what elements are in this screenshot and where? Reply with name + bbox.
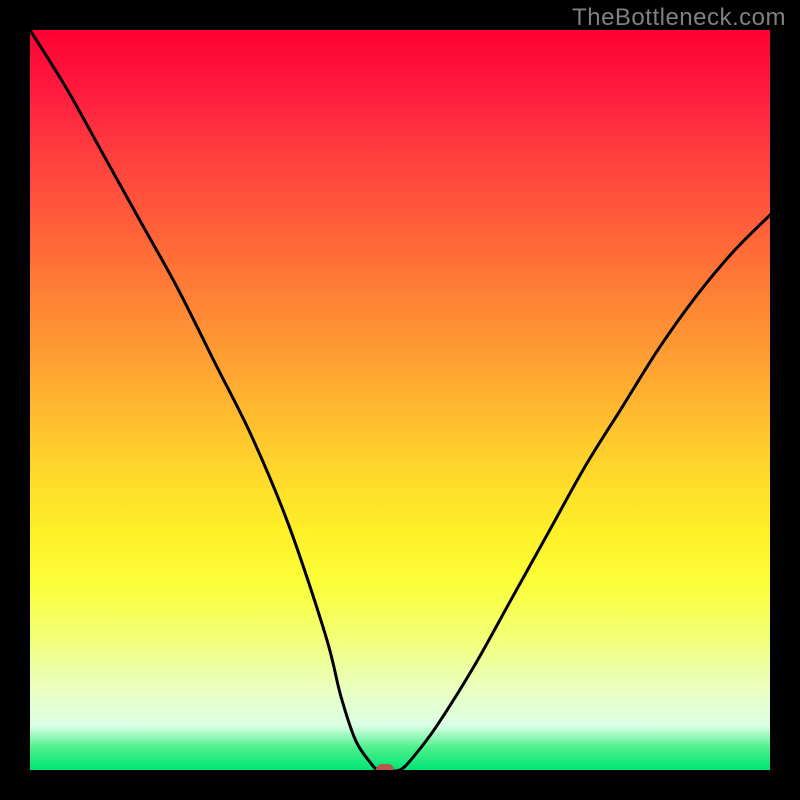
watermark-text: TheBottleneck.com — [572, 4, 786, 32]
optimum-marker — [376, 764, 394, 770]
chart-frame: TheBottleneck.com — [0, 0, 800, 800]
curve-svg — [30, 30, 770, 770]
plot-area — [30, 30, 770, 770]
bottleneck-curve — [30, 30, 770, 770]
